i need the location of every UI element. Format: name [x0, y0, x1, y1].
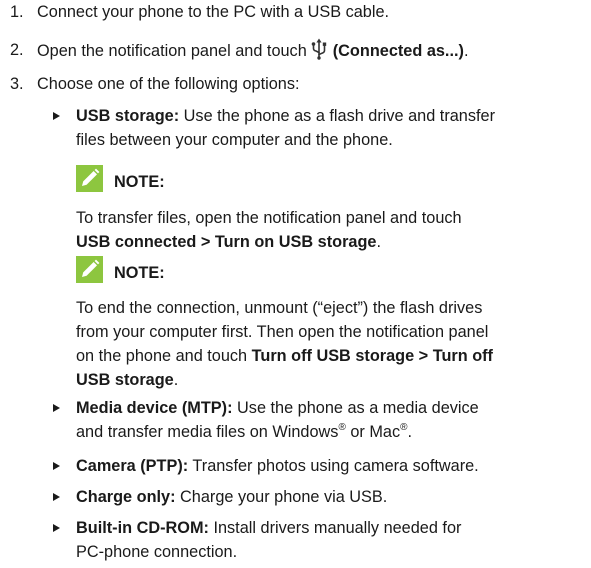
option-desc: or Mac [345, 423, 401, 441]
option-line: Media device (MTP): Use the phone as a m… [76, 396, 591, 420]
note-line: USB connected > Turn on USB storage. [76, 230, 591, 254]
option-desc-line: PC-phone connection. [76, 543, 238, 561]
bullet-triangle-icon [53, 112, 60, 120]
note-text-span: on the phone and touch [76, 347, 252, 365]
note-body: To transfer files, open the notification… [76, 206, 591, 254]
note-bold-text: USB storage [76, 371, 174, 389]
option-line: Built-in CD-ROM: Install drivers manuall… [76, 516, 591, 540]
step-text: Choose one of the following options: [37, 75, 300, 93]
option-line: and transfer media files on Windows® or … [76, 420, 591, 444]
note-line: on the phone and touch Turn off USB stor… [76, 344, 591, 368]
note-punctuation: . [376, 233, 382, 251]
note-label: NOTE: [114, 264, 165, 282]
option-title: Camera (PTP): [76, 457, 189, 475]
step-number: 1. [10, 3, 24, 21]
pencil-icon [76, 256, 103, 283]
note-punctuation: . [173, 371, 179, 389]
bullet-triangle-icon [53, 493, 60, 501]
usb-icon [311, 38, 326, 60]
bullet-triangle-icon [53, 524, 60, 532]
note-line: from your computer first. Then open the … [76, 323, 489, 341]
step-punctuation: . [463, 42, 469, 60]
note-line: USB storage. [76, 368, 591, 392]
option-title: USB storage: [76, 107, 180, 125]
option-line: USB storage: Use the phone as a flash dr… [76, 104, 591, 128]
option-desc: Transfer photos using camera software. [188, 457, 479, 475]
option-desc: and transfer media files on Windows [76, 423, 339, 441]
option-title: Built-in CD-ROM: [76, 519, 209, 537]
option-line: Camera (PTP): Transfer photos using came… [76, 454, 591, 478]
step-number: 2. [10, 41, 24, 59]
option-desc: Use the phone as a flash drive and trans… [179, 107, 496, 125]
note-label: NOTE: [114, 173, 165, 191]
option-punctuation: . [407, 423, 413, 441]
note-bold-text: Turn off USB storage > Turn off [251, 347, 493, 365]
note-body: To end the connection, unmount (“eject”)… [76, 296, 591, 392]
connected-as-label: (Connected as...) [332, 42, 464, 60]
option-title: Media device (MTP): [76, 399, 233, 417]
bullet-triangle-icon [53, 462, 60, 470]
bullet-triangle-icon [53, 404, 60, 412]
step-text: Open the notification panel and touch [37, 42, 307, 60]
note-line: To transfer files, open the notification… [76, 209, 462, 227]
option-desc: Use the phone as a media device [232, 399, 479, 417]
registered-mark: ® [338, 422, 346, 433]
pencil-icon [76, 165, 103, 192]
manual-page: 1. Connect your phone to the PC with a U… [0, 0, 591, 568]
option-desc-line: files between your computer and the phon… [76, 131, 393, 149]
option-desc: Charge your phone via USB. [175, 488, 388, 506]
note-line: To end the connection, unmount (“eject”)… [76, 299, 483, 317]
option-title: Charge only: [76, 488, 176, 506]
note-bold-text: USB connected > Turn on USB storage [76, 233, 377, 251]
step-number: 3. [10, 75, 24, 93]
step-text: Connect your phone to the PC with a USB … [37, 3, 390, 21]
option-desc: Install drivers manually needed for [208, 519, 462, 537]
option-line: Charge only: Charge your phone via USB. [76, 485, 591, 509]
step-text-line: Open the notification panel and touch (C… [37, 38, 468, 63]
